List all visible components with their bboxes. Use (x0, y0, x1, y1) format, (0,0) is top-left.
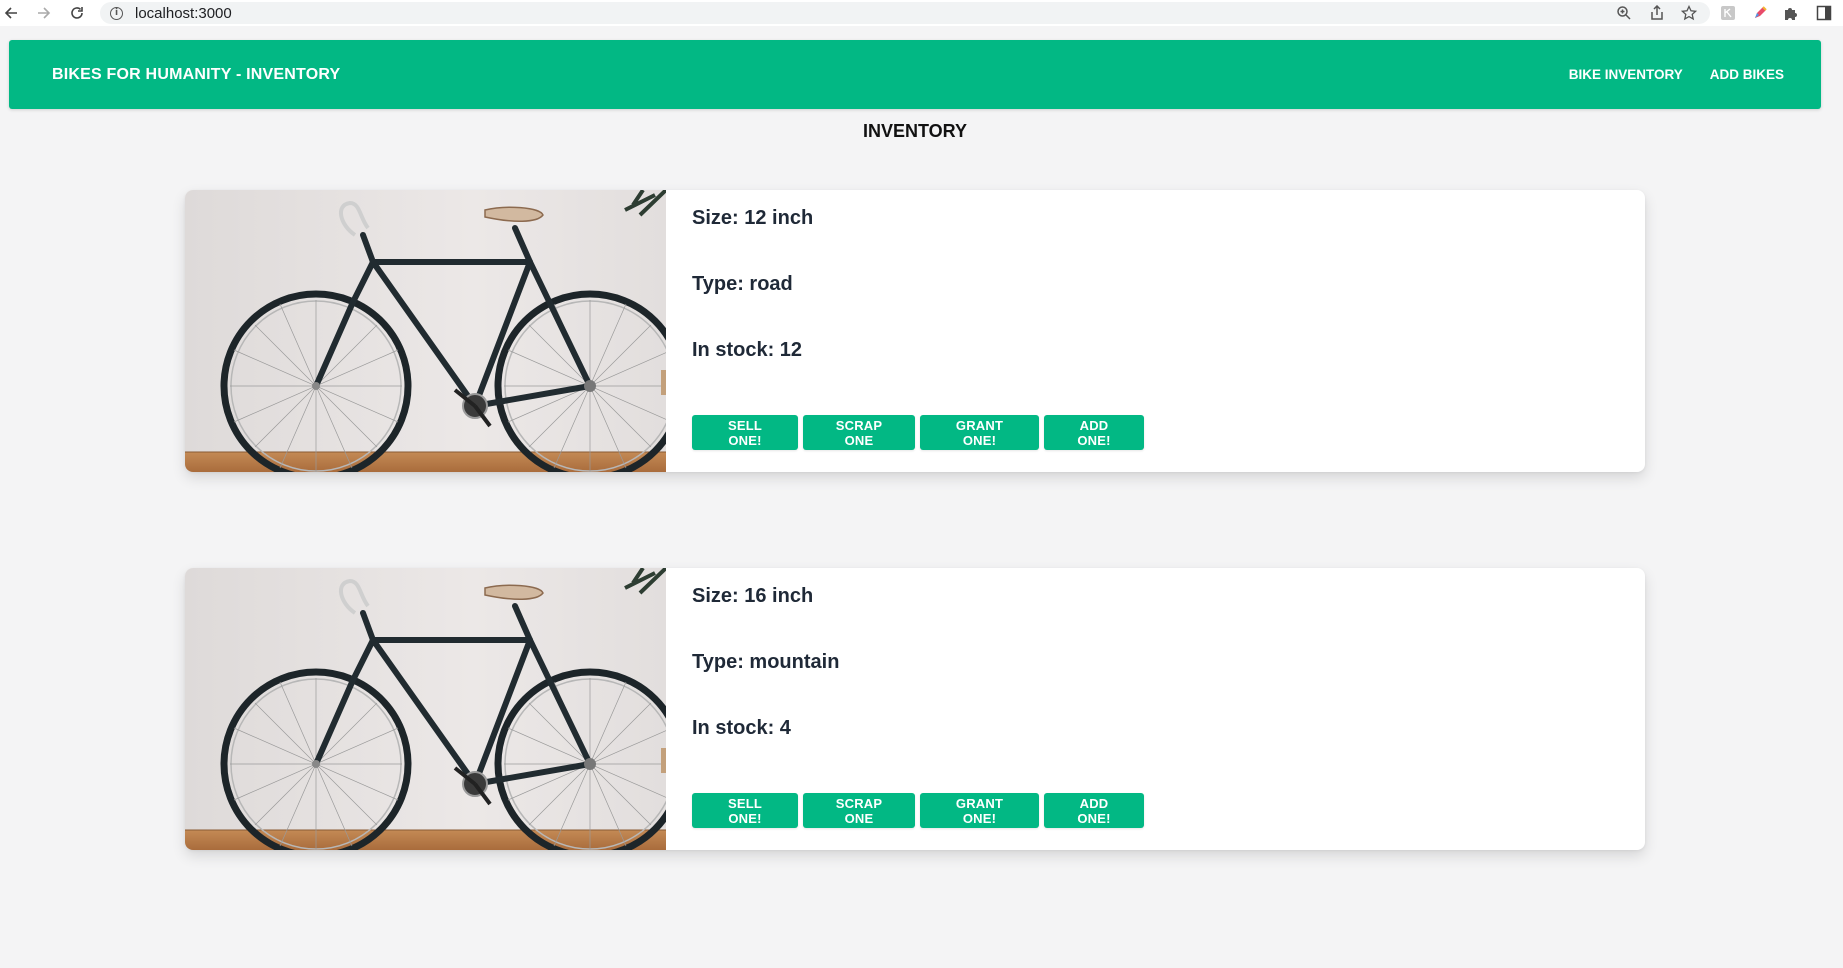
size-label: Size: (692, 585, 745, 607)
app-header: BIKES FOR HUMANITY - INVENTORY BIKE INVE… (9, 40, 1821, 109)
grant-one-button[interactable]: GRANT ONE! (920, 793, 1039, 828)
grant-one-button[interactable]: GRANT ONE! (920, 415, 1039, 450)
bike-size: Size: 16 inch (692, 585, 813, 608)
sidebar-icon[interactable] (1815, 4, 1833, 22)
size-value: 12 inch (744, 207, 814, 229)
nav-add-bikes[interactable]: ADD BIKES (1710, 67, 1784, 82)
reload-icon[interactable] (70, 6, 84, 20)
stock-value: 12 (779, 339, 803, 361)
size-label: Size: (692, 207, 745, 229)
star-icon[interactable] (1680, 4, 1698, 22)
brand-title[interactable]: BIKES FOR HUMANITY - INVENTORY (52, 40, 340, 109)
bike-image (185, 568, 666, 850)
bike-type: Type: road (692, 273, 793, 296)
pen-icon[interactable] (1751, 4, 1769, 22)
bike-card: Size: 16 inch Type: mountain In stock: 4… (185, 568, 1645, 850)
add-one-button[interactable]: ADD ONE! (1044, 793, 1144, 828)
bike-stock: In stock: 4 (692, 717, 791, 740)
address-bar[interactable]: i localhost:3000 (100, 2, 1710, 24)
bike-type: Type: mountain (692, 651, 839, 674)
scrap-one-button[interactable]: SCRAP ONE (803, 793, 915, 828)
sell-one-button[interactable]: SELL ONE! (692, 793, 798, 828)
browser-toolbar: i localhost:3000 (0, 0, 1843, 26)
back-icon[interactable] (4, 6, 18, 20)
stock-value: 4 (779, 717, 791, 739)
bike-card: Size: 12 inch Type: road In stock: 12 SE… (185, 190, 1645, 472)
nav-bike-inventory[interactable]: BIKE INVENTORY (1569, 67, 1683, 82)
bike-actions: SELL ONE! SCRAP ONE GRANT ONE! ADD ONE! (692, 415, 1144, 450)
main-nav: BIKE INVENTORY ADD BIKES (1569, 40, 1784, 109)
type-label: Type: (692, 273, 750, 295)
share-icon[interactable] (1648, 4, 1666, 22)
bicycle-photo (185, 568, 666, 850)
bike-size: Size: 12 inch (692, 207, 813, 230)
url-text: localhost:3000 (135, 4, 232, 22)
add-one-button[interactable]: ADD ONE! (1044, 415, 1144, 450)
bike-actions: SELL ONE! SCRAP ONE GRANT ONE! ADD ONE! (692, 793, 1144, 828)
stock-label: In stock: (692, 717, 780, 739)
bicycle-photo (185, 190, 666, 472)
extension-icon[interactable] (1719, 4, 1737, 22)
sell-one-button[interactable]: SELL ONE! (692, 415, 798, 450)
puzzle-icon[interactable] (1782, 4, 1800, 22)
bike-image (185, 190, 666, 472)
page-title: INVENTORY (862, 121, 968, 141)
bike-details: Size: 16 inch Type: mountain In stock: 4… (692, 568, 1645, 850)
type-value: mountain (749, 651, 840, 673)
scrap-one-button[interactable]: SCRAP ONE (803, 415, 915, 450)
bike-stock: In stock: 12 (692, 339, 802, 362)
type-label: Type: (692, 651, 750, 673)
type-value: road (749, 273, 793, 295)
forward-icon[interactable] (37, 6, 51, 20)
info-icon[interactable]: i (110, 6, 123, 20)
stock-label: In stock: (692, 339, 780, 361)
size-value: 16 inch (744, 585, 814, 607)
bike-details: Size: 12 inch Type: road In stock: 12 SE… (692, 190, 1645, 472)
zoom-icon[interactable] (1615, 4, 1633, 22)
